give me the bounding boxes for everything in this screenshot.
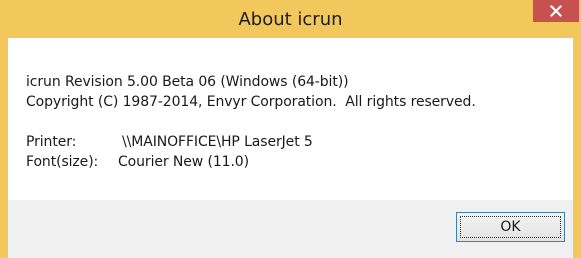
button-bar: OK xyxy=(8,200,573,258)
printer-value: \\MAINOFFICE\HP LaserJet 5 xyxy=(122,134,313,150)
dialog-title: About icrun xyxy=(238,9,343,30)
font-label: Font(size): xyxy=(26,154,99,170)
ok-button-label: OK xyxy=(500,219,521,235)
title-bar[interactable]: About icrun xyxy=(0,0,581,38)
close-button[interactable] xyxy=(533,0,579,22)
revision-text: icrun Revision 5.00 Beta 06 (Windows (64… xyxy=(26,74,349,90)
printer-label: Printer: xyxy=(26,134,77,150)
copyright-text: Copyright (C) 1987-2014, Envyr Corporati… xyxy=(26,94,476,110)
about-dialog: About icrun icrun Revision 5.00 Beta 06 … xyxy=(0,0,581,258)
close-icon xyxy=(550,5,562,17)
font-value: Courier New (11.0) xyxy=(118,154,249,170)
ok-button[interactable]: OK xyxy=(456,212,565,242)
